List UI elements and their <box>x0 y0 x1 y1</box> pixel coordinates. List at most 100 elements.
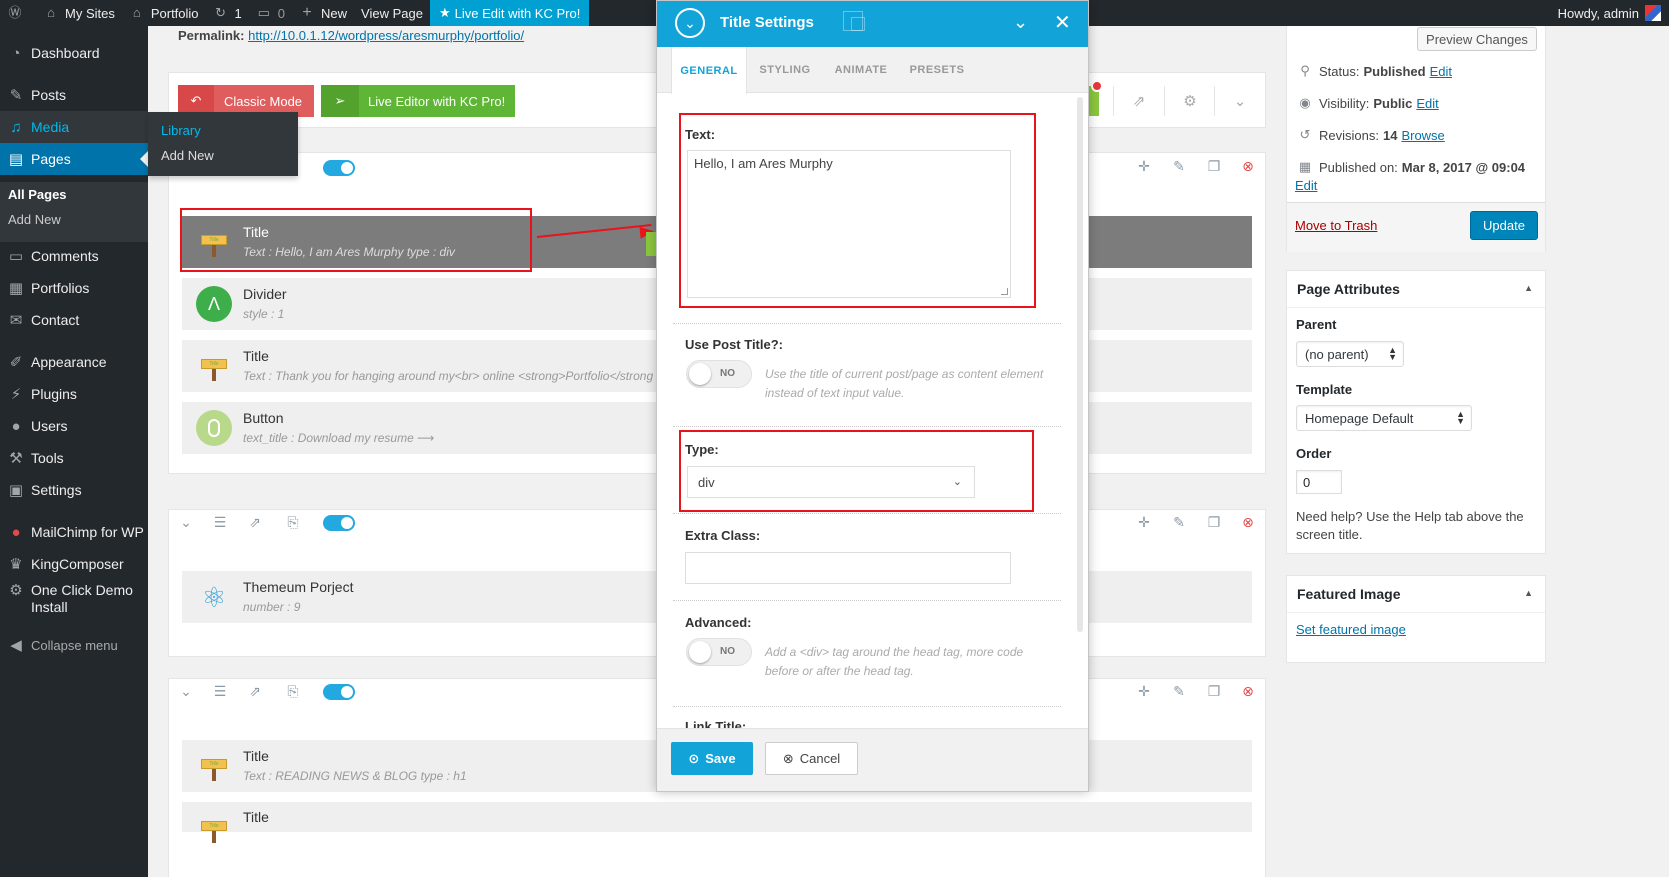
collapse-circle-icon[interactable]: ⌄ <box>675 8 705 38</box>
ghost-icon <box>851 17 865 31</box>
collapse-toggle-icon[interactable]: ▲ <box>1524 283 1533 293</box>
list-icon[interactable]: ☰ <box>211 683 229 700</box>
order-input[interactable]: 0 <box>1296 470 1342 494</box>
collapse-menu-button[interactable]: ◀ Collapse menu <box>0 629 148 661</box>
preview-changes-button[interactable]: Preview Changes <box>1417 27 1537 51</box>
list-icon[interactable]: ☰ <box>211 514 229 531</box>
use-post-title-label: Use Post Title?: <box>685 337 784 352</box>
edit-visibility-link[interactable]: Edit <box>1416 96 1438 111</box>
parent-label: Parent <box>1296 317 1337 332</box>
chevron-down-icon[interactable]: ⌄ <box>177 514 195 531</box>
move-icon[interactable]: ✛ <box>1135 514 1153 531</box>
sidebar-item-comments[interactable]: ▭ Comments <box>0 240 148 272</box>
advanced-toggle[interactable]: NO <box>686 638 752 666</box>
sidebar-item-posts[interactable]: ✎ Posts <box>0 79 148 111</box>
set-featured-image-link[interactable]: Set featured image <box>1296 622 1406 637</box>
template-select[interactable]: Homepage Default ▲ ▼ <box>1296 405 1472 431</box>
tab-animate[interactable]: ANIMATE <box>829 47 893 93</box>
site-name-button[interactable]: ⌂ Portfolio <box>122 0 206 26</box>
sidebar-item-contact[interactable]: ✉ Contact <box>0 304 148 336</box>
sidebar-item-kingcomposer[interactable]: ♛ KingComposer <box>0 548 148 580</box>
wordpress-logo-button[interactable]: Ⓦ <box>0 0 36 26</box>
edit-icon[interactable]: ✎ <box>1170 514 1188 531</box>
delete-icon[interactable]: ⊗ <box>1239 158 1257 175</box>
cancel-button[interactable]: ⊗ Cancel <box>765 742 858 775</box>
add-element-icon[interactable]: ⎘ <box>284 514 302 531</box>
sidebar-item-media[interactable]: ♫ Media <box>0 111 148 143</box>
sidebar-item-mailchimp[interactable]: ● MailChimp for WP <box>0 516 148 548</box>
extra-class-input[interactable] <box>685 552 1011 584</box>
updates-button[interactable]: ↻ 1 <box>206 0 249 26</box>
sidebar-item-pages[interactable]: ▤ Pages <box>0 143 148 175</box>
copy-icon[interactable]: ❐ <box>1205 158 1223 175</box>
browse-revisions-link[interactable]: Browse <box>1401 128 1444 143</box>
publish-date: ▦ Published on: Mar 8, 2017 @ 09:04 <box>1296 159 1529 175</box>
element-action-partial[interactable] <box>646 232 656 256</box>
row-toggle-switch[interactable] <box>323 684 355 700</box>
media-icon: ♫ <box>10 118 22 136</box>
chevron-down-icon[interactable]: ⌄ <box>1230 92 1250 110</box>
edit-icon[interactable]: ✎ <box>1170 158 1188 175</box>
save-button[interactable]: ⊙ Save <box>671 742 753 775</box>
live-editor-button[interactable]: ➢ Live Editor with KC Pro! <box>321 85 515 117</box>
delete-icon[interactable]: ⊗ <box>1239 514 1257 531</box>
update-button[interactable]: Update <box>1470 211 1538 240</box>
flyout-library[interactable]: Library <box>161 123 201 138</box>
submenu-all-pages[interactable]: All Pages <box>8 187 67 202</box>
collapse-toggle-icon[interactable]: ▲ <box>1524 588 1533 598</box>
gear-icon: ⚙ <box>9 582 23 599</box>
add-element-icon[interactable]: ⎘ <box>284 683 302 700</box>
send-icon: ➢ <box>321 85 359 117</box>
box-divider <box>1287 612 1545 613</box>
close-icon[interactable]: ✕ <box>1054 10 1071 35</box>
plus-icon: + <box>302 4 312 21</box>
external-link-icon[interactable]: ⇗ <box>246 683 264 700</box>
account-menu[interactable]: Howdy, admin <box>1551 0 1669 26</box>
edit-icon[interactable]: ✎ <box>1170 683 1188 700</box>
kc-live-edit-button[interactable]: ★ Live Edit with KC Pro! <box>429 0 590 26</box>
refresh-icon: ↻ <box>215 5 226 20</box>
my-sites-button[interactable]: ⌂ My Sites <box>36 0 122 26</box>
tab-presets[interactable]: PRESETS <box>905 47 969 93</box>
sidebar-item-users[interactable]: ● Users <box>0 410 148 442</box>
row-toggle-switch[interactable] <box>323 515 355 531</box>
sidebar-item-settings[interactable]: ▣ Settings <box>0 474 148 506</box>
sidebar-item-dashboard[interactable]: ◔ Dashboard <box>0 37 148 69</box>
chevron-down-icon[interactable]: ⌄ <box>1013 12 1028 33</box>
tab-styling[interactable]: STYLING <box>753 47 817 93</box>
move-to-trash-link[interactable]: Move to Trash <box>1295 218 1377 233</box>
view-page-button[interactable]: View Page <box>354 0 430 26</box>
external-link-icon[interactable]: ⇗ <box>1129 92 1149 110</box>
sidebar-item-one-click-demo[interactable]: ⚙ One Click Demo Install <box>0 582 148 622</box>
move-icon[interactable]: ✛ <box>1135 683 1153 700</box>
gear-icon[interactable]: ⚙ <box>1180 92 1200 110</box>
parent-select[interactable]: (no parent) ▲ ▼ <box>1296 341 1404 367</box>
delete-icon[interactable]: ⊗ <box>1239 683 1257 700</box>
permalink-url[interactable]: http://10.0.1.12/wordpress/aresmurphy/po… <box>248 28 524 43</box>
submenu-add-new[interactable]: Add New <box>8 212 61 227</box>
eye-icon: ◉ <box>1299 95 1311 110</box>
order-label: Order <box>1296 446 1332 461</box>
row-toggle-switch[interactable] <box>323 160 355 176</box>
pages-icon: ▤ <box>8 151 24 168</box>
flyout-add-new[interactable]: Add New <box>161 148 214 163</box>
comments-button[interactable]: ▭ 0 <box>249 0 292 26</box>
new-content-button[interactable]: + New <box>292 0 354 26</box>
external-link-icon[interactable]: ⇗ <box>246 514 264 531</box>
move-icon[interactable]: ✛ <box>1135 158 1153 175</box>
edit-date-link[interactable]: Edit <box>1295 178 1317 193</box>
copy-icon[interactable]: ❐ <box>1205 514 1223 531</box>
use-post-title-toggle[interactable]: NO <box>686 360 752 388</box>
sidebar-item-plugins[interactable]: ⚡ Plugins <box>0 378 148 410</box>
edit-status-link[interactable]: Edit <box>1430 64 1452 79</box>
modal-scrollbar[interactable] <box>1077 97 1083 632</box>
tab-general[interactable]: GENERAL <box>671 47 747 94</box>
sidebar-item-portfolios[interactable]: ▦ Portfolios <box>0 272 148 304</box>
copy-icon[interactable]: ❐ <box>1205 683 1223 700</box>
sidebar-item-tools[interactable]: ⚒ Tools <box>0 442 148 474</box>
sidebar-item-appearance[interactable]: ✐ Appearance <box>0 346 148 378</box>
chevron-down-icon[interactable]: ⌄ <box>177 683 195 700</box>
current-indicator <box>140 151 148 167</box>
element-title[interactable]: Title Title <box>182 802 1252 843</box>
publish-revisions: ↺ Revisions: 14 Browse <box>1296 127 1445 143</box>
